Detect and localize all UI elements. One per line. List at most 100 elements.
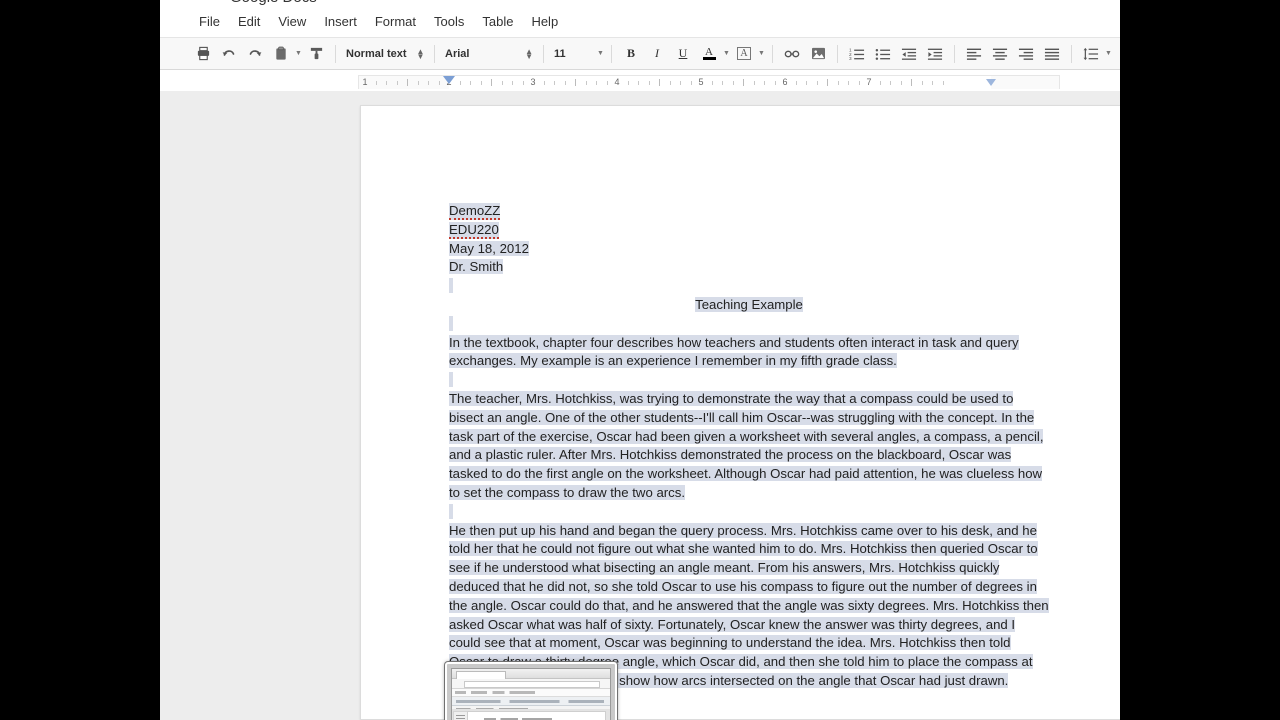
- font-size-select[interactable]: 11 ▼: [550, 43, 605, 65]
- pip-document-area: Teaching Example: [452, 709, 610, 720]
- align-right-icon[interactable]: [1015, 43, 1037, 65]
- ruler-bar: 1234567: [160, 71, 1120, 91]
- highlight-color-dropdown-caret-icon[interactable]: ▼: [757, 43, 766, 65]
- font-size-value: 11: [554, 47, 566, 60]
- document-header-line[interactable]: Dr. Smith: [449, 258, 1049, 277]
- undo-icon[interactable]: [218, 43, 240, 65]
- ruler-tick: [407, 79, 408, 86]
- text-color-button[interactable]: A: [698, 43, 720, 65]
- empty-paragraph[interactable]: [449, 277, 1049, 296]
- increase-indent-icon[interactable]: [924, 43, 946, 65]
- video-frame: Google Docs File Edit View Insert Format…: [0, 0, 1280, 720]
- link-icon[interactable]: [781, 43, 803, 65]
- ruler-tick: [470, 81, 471, 85]
- ruler-tick: [890, 81, 891, 85]
- left-indent-marker-icon[interactable]: [443, 76, 455, 84]
- ruler[interactable]: 1234567: [358, 75, 1060, 89]
- text-color-swatch: [702, 57, 716, 60]
- ruler-tick: [648, 81, 650, 85]
- document-header-line[interactable]: EDU220: [449, 221, 1049, 240]
- document-paragraph[interactable]: In the textbook, chapter four describes …: [449, 334, 1049, 372]
- ruler-tick: [669, 81, 671, 85]
- toolbar-divider: [543, 44, 544, 63]
- underline-button[interactable]: U: [672, 43, 694, 65]
- ruler-tick: [942, 81, 944, 85]
- ruler-tick: [606, 81, 608, 85]
- formatting-toolbar: ▼ Normal text ▲ ▼ Arial ▲ ▼ 11 ▼ B I U A…: [160, 37, 1120, 70]
- ruler-tick: [522, 81, 524, 85]
- empty-paragraph[interactable]: [449, 315, 1049, 334]
- ruler-tick: [564, 81, 566, 85]
- document-page[interactable]: DemoZZ EDU220 May 18, 2012 Dr. Smith Teachin…: [360, 105, 1120, 720]
- paragraph-style-spinner-icon: ▲ ▼: [416, 46, 425, 61]
- paragraph-style-value: Normal text: [346, 47, 407, 60]
- document-body[interactable]: DemoZZ EDU220 May 18, 2012 Dr. Smith Teachin…: [449, 202, 1049, 691]
- menu-file[interactable]: File: [191, 11, 228, 32]
- pip-browser-tab: [456, 670, 506, 679]
- font-size-dropdown-caret-icon[interactable]: ▼: [596, 43, 605, 65]
- ruler-tick: [837, 81, 839, 85]
- menu-tools[interactable]: Tools: [426, 11, 472, 32]
- menu-edit[interactable]: Edit: [230, 11, 268, 32]
- bold-button[interactable]: B: [620, 43, 642, 65]
- line-spacing-dropdown-caret-icon[interactable]: ▼: [1104, 43, 1113, 65]
- ruler-tick: [396, 81, 398, 85]
- empty-paragraph[interactable]: [449, 371, 1049, 390]
- document-title[interactable]: Teaching Example: [449, 296, 1049, 315]
- ruler-tick: [879, 81, 881, 85]
- paragraph-style-select[interactable]: Normal text ▲ ▼: [342, 43, 428, 65]
- decrease-indent-icon[interactable]: [898, 43, 920, 65]
- toolbar-divider: [954, 44, 955, 63]
- paste-dropdown-caret-icon[interactable]: ▼: [294, 43, 303, 65]
- numbered-list-icon[interactable]: 123: [846, 43, 868, 65]
- menu-table[interactable]: Table: [474, 11, 521, 32]
- menu-format[interactable]: Format: [367, 11, 424, 32]
- highlight-color-button[interactable]: A: [733, 43, 755, 65]
- selected-text: Teaching Example: [695, 296, 803, 312]
- toolbar-divider: [611, 44, 612, 63]
- ruler-tick: [722, 81, 723, 85]
- right-indent-marker-icon[interactable]: [986, 79, 996, 86]
- pip-url-bar: [452, 679, 610, 689]
- text-color-dropdown-caret-icon[interactable]: ▼: [722, 43, 731, 65]
- document-header-line[interactable]: May 18, 2012: [449, 240, 1049, 259]
- menu-insert[interactable]: Insert: [316, 11, 365, 32]
- toolbar-divider: [837, 44, 838, 63]
- document-canvas[interactable]: DemoZZ EDU220 May 18, 2012 Dr. Smith Teachin…: [160, 91, 1120, 720]
- ruler-tick: [827, 79, 828, 86]
- paint-format-icon[interactable]: [305, 43, 327, 65]
- selected-text: The teacher, Mrs. Hotchkiss, was trying …: [449, 390, 1044, 500]
- paste-icon[interactable]: [270, 43, 292, 65]
- document-paragraph[interactable]: The teacher, Mrs. Hotchkiss, was trying …: [449, 390, 1049, 503]
- italic-button[interactable]: I: [646, 43, 668, 65]
- pip-menu-bar: [452, 689, 610, 697]
- pip-browser-window: Teaching Example: [451, 668, 611, 720]
- ruler-tick: [732, 81, 734, 85]
- menu-help[interactable]: Help: [523, 11, 566, 32]
- ruler-tick: [638, 81, 639, 85]
- ruler-tick: [480, 81, 482, 85]
- bulleted-list-icon[interactable]: [872, 43, 894, 65]
- print-icon[interactable]: [192, 43, 214, 65]
- ruler-tick: [501, 81, 503, 85]
- line-spacing-icon[interactable]: [1080, 43, 1102, 65]
- empty-paragraph[interactable]: [449, 503, 1049, 522]
- font-family-select[interactable]: Arial ▲ ▼: [441, 43, 537, 65]
- align-justify-icon[interactable]: [1041, 43, 1063, 65]
- menu-view[interactable]: View: [270, 11, 314, 32]
- pip-toolbar: [452, 697, 610, 706]
- redo-icon[interactable]: [244, 43, 266, 65]
- ruler-tick: [575, 79, 576, 86]
- align-left-icon[interactable]: [963, 43, 985, 65]
- document-header-line[interactable]: DemoZZ: [449, 202, 1049, 221]
- ruler-tick: [543, 81, 545, 85]
- pip-sidebar: [453, 711, 468, 720]
- ruler-tick: [932, 81, 933, 85]
- pip-overlay-thumbnail[interactable]: Teaching Example: [445, 662, 617, 720]
- align-center-icon[interactable]: [989, 43, 1011, 65]
- selected-text: Dr. Smith: [449, 259, 504, 275]
- ruler-tick: [596, 81, 597, 85]
- image-icon[interactable]: [807, 43, 829, 65]
- ruler-tick: [554, 81, 555, 85]
- ruler-tick: [764, 81, 765, 85]
